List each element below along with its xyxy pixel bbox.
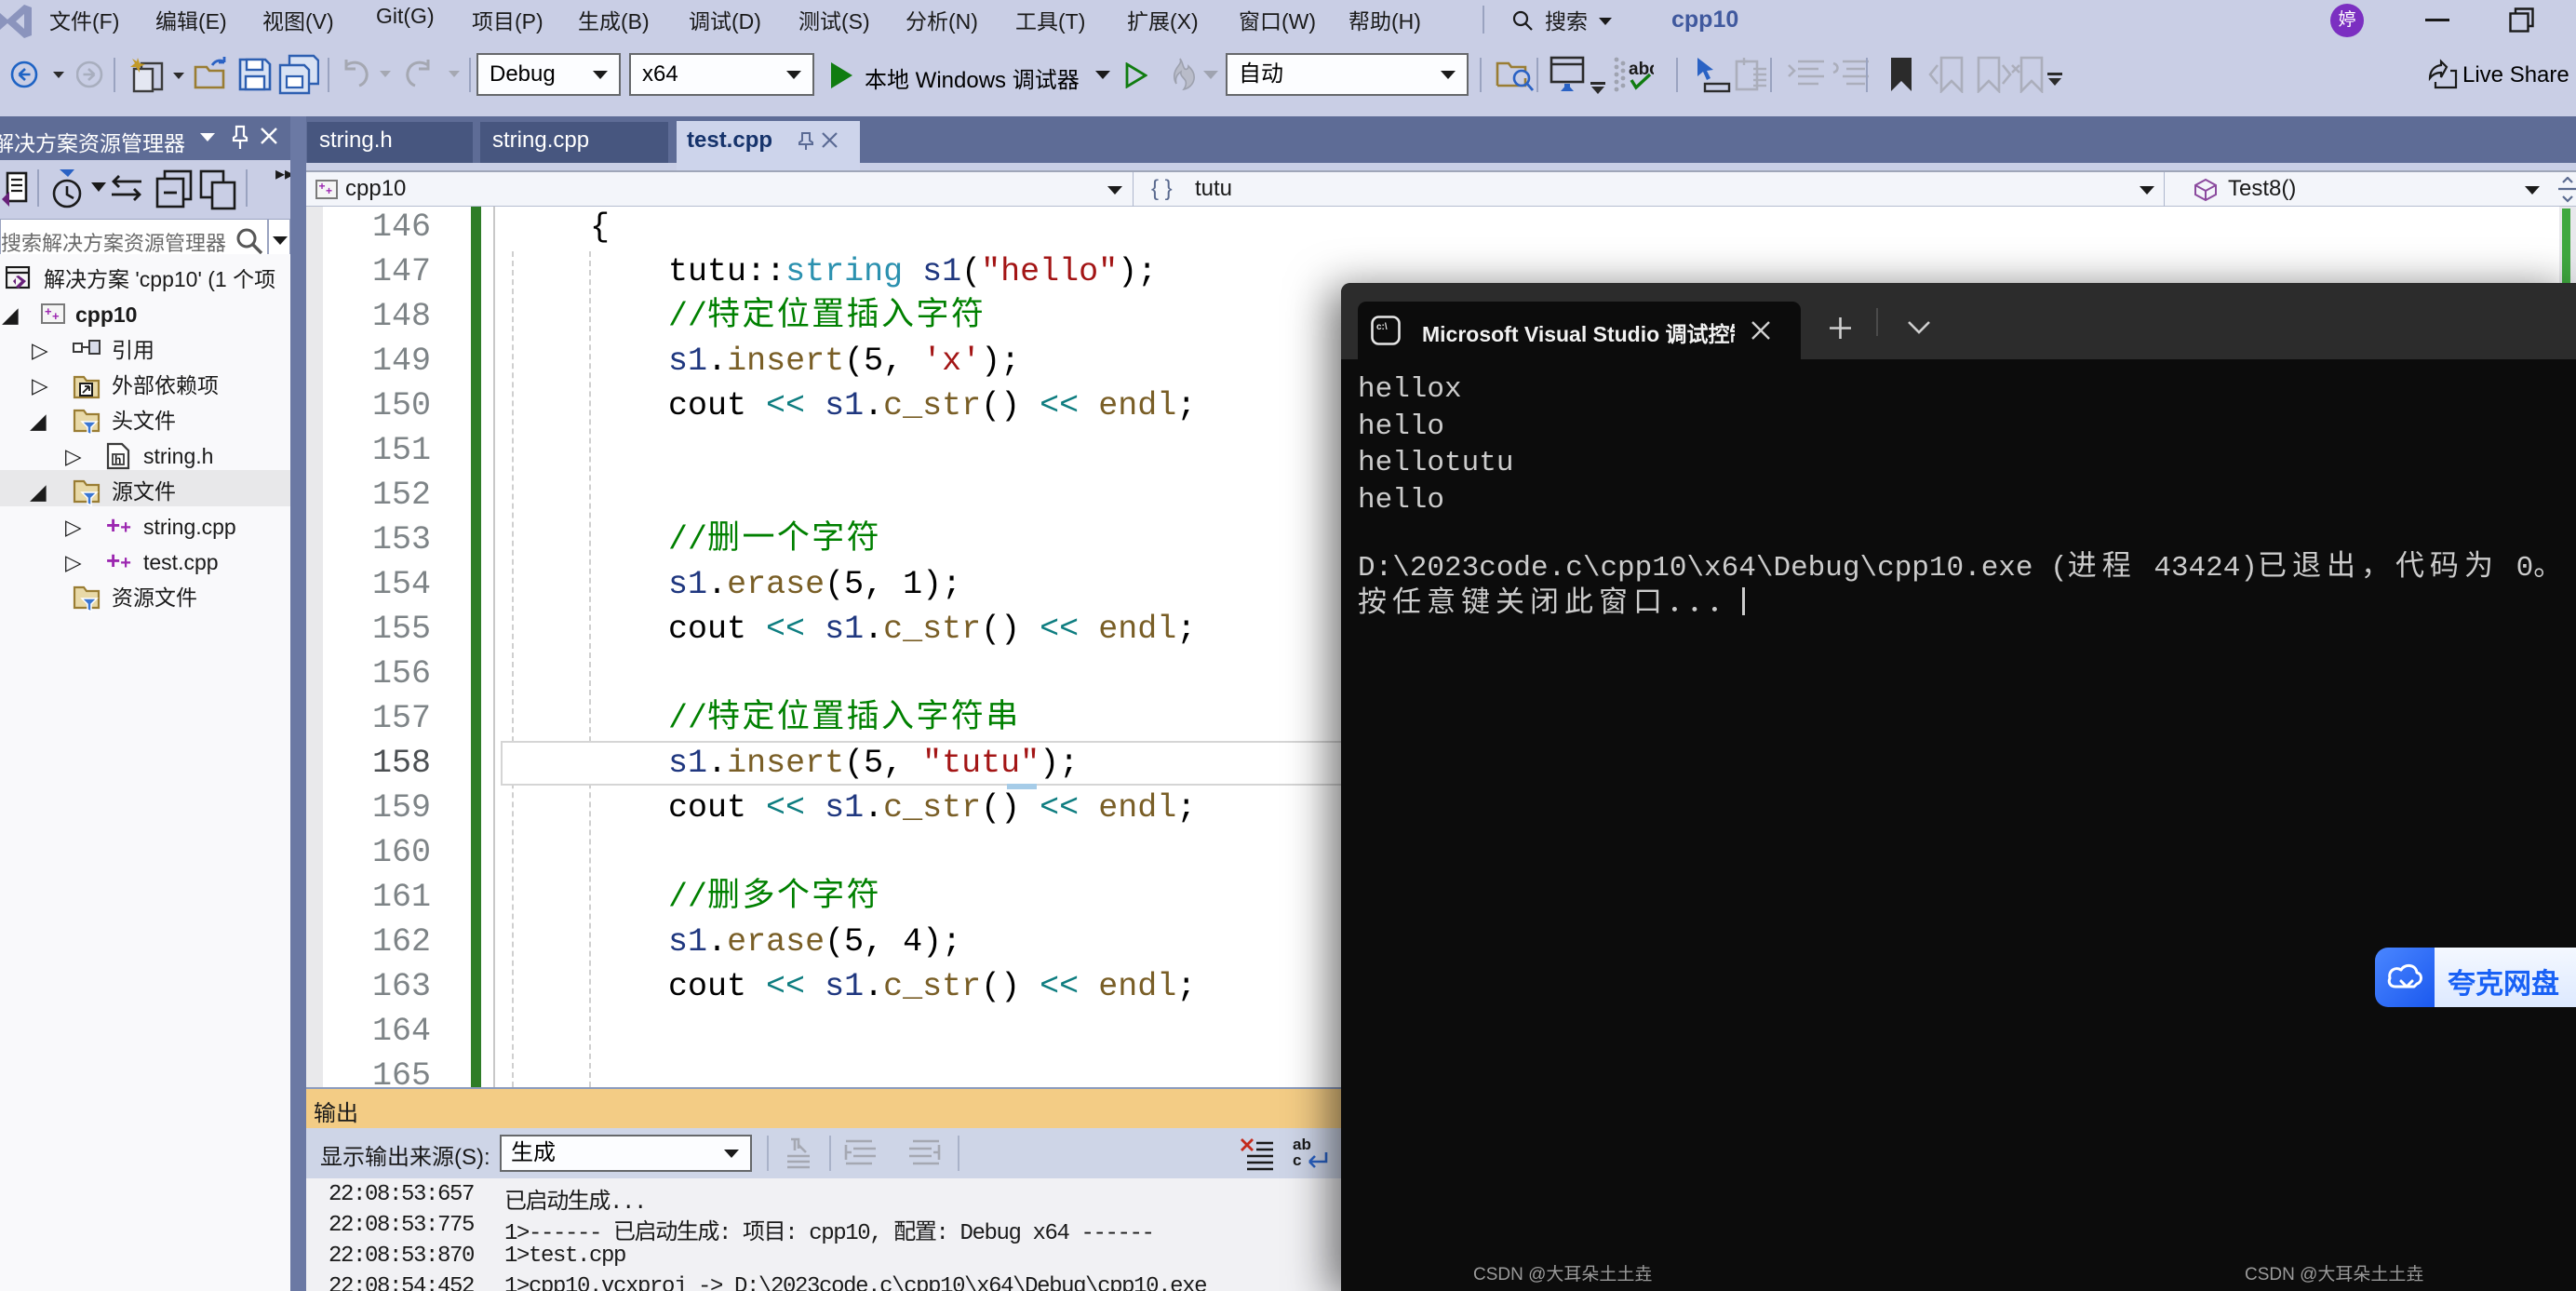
svg-text:c: c xyxy=(1293,1151,1301,1169)
svg-text:+: + xyxy=(45,304,52,318)
svg-text:c:\: c:\ xyxy=(1376,322,1388,332)
svg-text:+: + xyxy=(326,184,332,197)
svg-text:+: + xyxy=(52,309,60,323)
svg-text:+: + xyxy=(319,180,326,193)
svg-text:h: h xyxy=(114,453,121,466)
